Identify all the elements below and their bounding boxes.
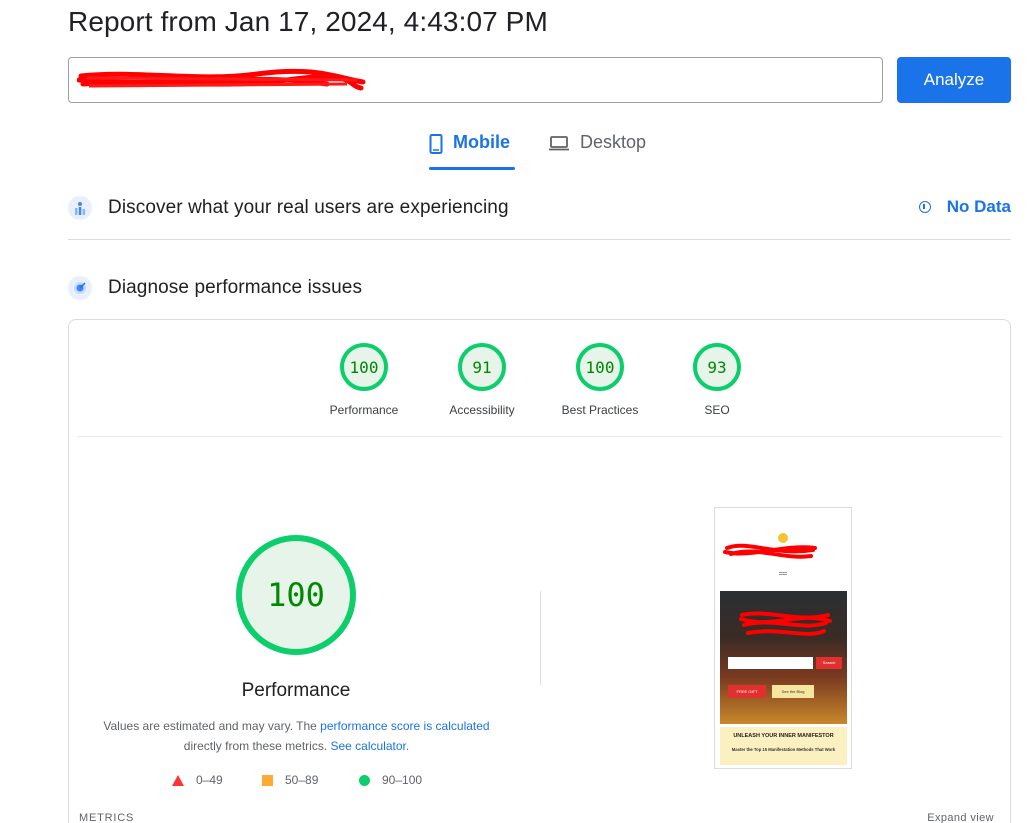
lab-data-section: Diagnose performance issues: [68, 268, 1011, 308]
performance-score-gauge: 100: [236, 535, 356, 655]
phone-icon: [429, 134, 443, 159]
screenshot-subheading: Master the Top 15 Manifestation Methods …: [731, 747, 836, 752]
diagnose-icon: [68, 276, 92, 300]
screenshot-banner: UNLEASH YOUR INNER MANIFESTOR Master the…: [720, 727, 847, 765]
url-input[interactable]: [69, 58, 882, 102]
screenshot-cta-primary: FREE GIFT: [728, 685, 766, 698]
redaction-scribble: [723, 533, 817, 559]
screenshot-heading: UNLEASH YOUR INNER MANIFESTOR: [733, 733, 834, 739]
expand-view-link[interactable]: Expand view: [927, 812, 994, 823]
lab-data-card: 100 Performance 91 Accessibility 100 Bes…: [68, 319, 1011, 823]
screenshot-search-button: Search: [816, 657, 842, 669]
metrics-label: METRICS: [79, 812, 135, 823]
screenshot-menu-icon: [779, 572, 787, 575]
legend-pass: 90–100: [359, 773, 422, 787]
triangle-icon: [172, 774, 184, 786]
performance-score-link[interactable]: performance score is calculated: [320, 719, 489, 733]
gauge-score: 93: [693, 343, 741, 391]
legend-range: 90–100: [382, 773, 423, 787]
legend-fail: 0–49: [172, 773, 223, 787]
laptop-icon: [548, 134, 570, 157]
gauge-score: 100: [576, 343, 624, 391]
field-data-section: Discover what your real users are experi…: [68, 188, 1011, 228]
desc-text-2: directly from these metrics.: [183, 739, 331, 753]
users-icon: [68, 196, 92, 220]
tab-mobile-label: Mobile: [453, 132, 510, 152]
gauge-label: Accessibility: [449, 403, 515, 417]
performance-title: Performance: [241, 680, 351, 701]
gauge-best-practices[interactable]: 100 Best Practices: [550, 343, 650, 417]
gauge-accessibility[interactable]: 91 Accessibility: [432, 343, 532, 417]
circle-icon: [359, 774, 370, 786]
tab-active-indicator: [429, 167, 515, 170]
tab-desktop[interactable]: Desktop: [548, 132, 646, 172]
field-data-title: Discover what your real users are experi…: [108, 197, 509, 218]
gauge-score: 91: [458, 343, 506, 391]
analyze-button[interactable]: Analyze: [897, 57, 1011, 103]
final-screenshot: Search FREE GIFT See the Blog UNLEASH YO…: [714, 507, 852, 769]
square-icon: [262, 774, 273, 786]
gauge-label: Performance: [329, 403, 399, 417]
screenshot-hero: Search FREE GIFT See the Blog: [720, 591, 847, 724]
redaction-scribble: [739, 611, 832, 636]
info-icon: [918, 201, 931, 213]
url-input-wrapper[interactable]: [68, 57, 883, 103]
gauges-divider: [77, 436, 1002, 437]
vertical-divider: [540, 591, 541, 685]
legend-range: 50–89: [285, 773, 319, 787]
gauge-seo[interactable]: 93 SEO: [667, 343, 767, 417]
see-calculator-link[interactable]: See calculator.: [330, 739, 409, 753]
legend-average: 50–89: [262, 773, 318, 787]
gauge-score: 100: [340, 343, 388, 391]
legend-range: 0–49: [196, 773, 223, 787]
no-data-label: No Data: [946, 197, 1011, 216]
gauge-label: SEO: [704, 403, 730, 417]
tab-desktop-label: Desktop: [580, 132, 647, 152]
performance-description: Values are estimated and may vary. The p…: [89, 716, 504, 756]
no-data-link[interactable]: No Data: [918, 197, 1011, 217]
section-divider: [68, 239, 1011, 240]
screenshot-search-box: [728, 657, 813, 669]
tab-mobile[interactable]: Mobile: [429, 132, 510, 172]
lab-data-title: Diagnose performance issues: [108, 277, 363, 298]
gauge-label: Best Practices: [561, 403, 639, 417]
desc-text-1: Values are estimated and may vary. The: [103, 719, 321, 733]
screenshot-cta-secondary: See the Blog: [772, 685, 814, 698]
report-title: Report from Jan 17, 2024, 4:43:07 PM: [68, 6, 548, 37]
gauge-performance[interactable]: 100 Performance: [314, 343, 414, 417]
